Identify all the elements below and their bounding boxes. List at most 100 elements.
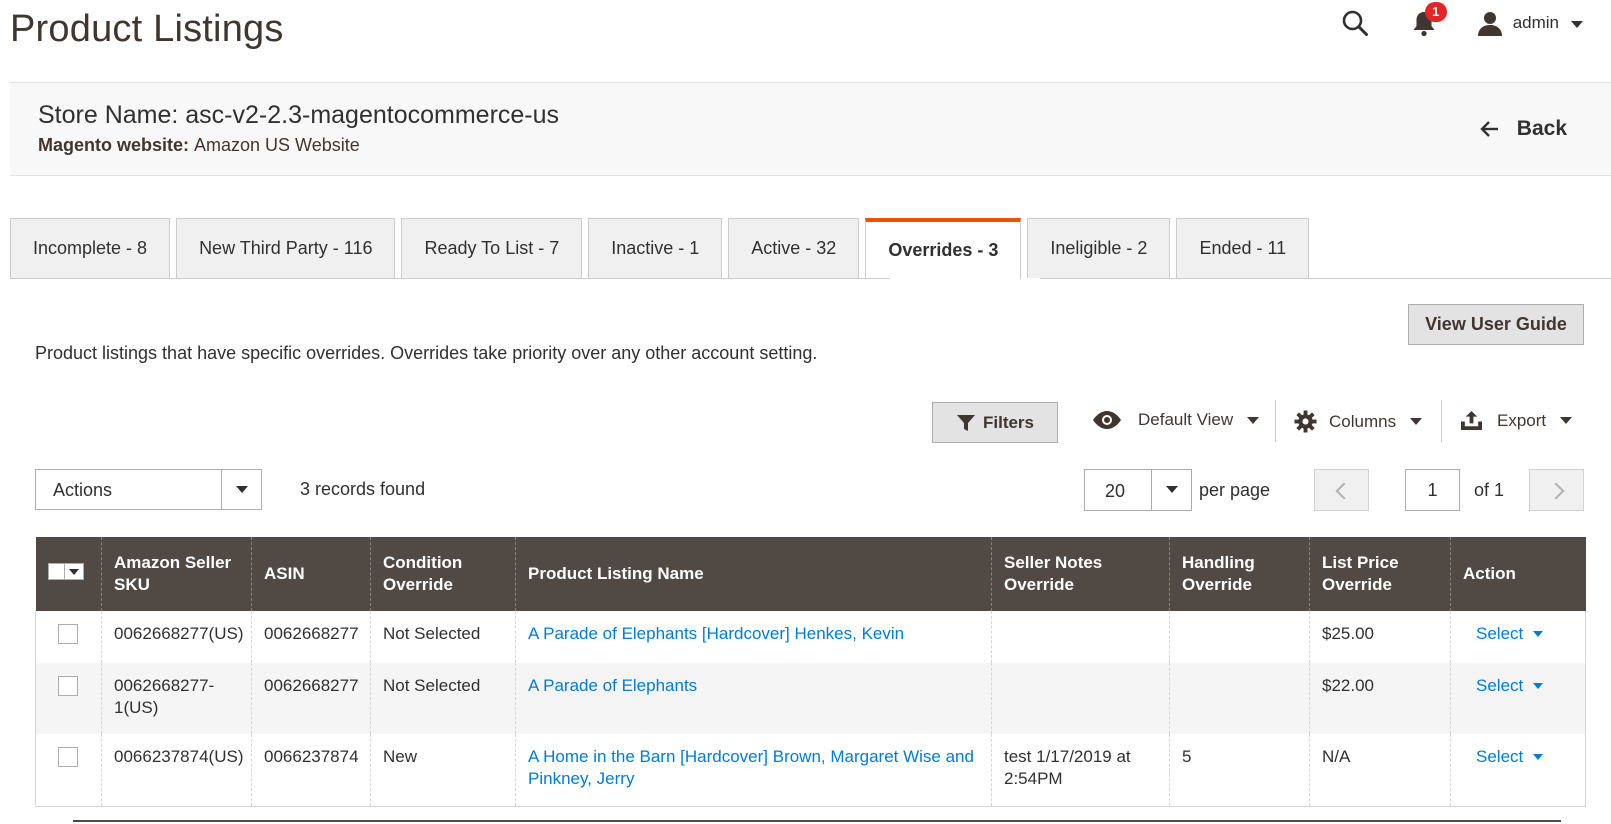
tabs-divider-right [1040,278,1611,279]
per-page-value: 20 [1105,481,1126,501]
row-checkbox[interactable] [58,676,78,696]
cell-sku: 0062668277(US) [101,611,252,663]
cell-seller-notes [991,663,1170,734]
page-title: Product Listings [10,8,284,50]
row-action-select[interactable]: Select [1463,675,1544,697]
cell-price: $22.00 [1309,663,1451,734]
mass-actions-label: Actions [53,480,113,500]
tab-description: Product listings that have specific over… [35,343,818,363]
chevron-down-icon [1560,417,1573,424]
chevron-down-icon[interactable] [64,563,84,581]
cell-seller-notes: test 1/17/2019 at 2:54PM [991,734,1170,807]
grid-header-row: Amazon Seller SKU ASIN Condition Overrid… [35,537,1586,611]
export-dropdown[interactable]: Export [1460,410,1573,431]
tab-ended[interactable]: Ended - 11 [1176,218,1310,278]
back-button[interactable]: Back [1480,117,1567,141]
column-header-name[interactable]: Product Listing Name [515,537,992,611]
store-website-label: Magento website: [38,135,190,155]
header-actions: 1 admin [1341,2,1583,38]
tab-ready-to-list[interactable]: Ready To List - 7 [401,218,583,278]
cell-price: N/A [1309,734,1451,807]
cell-asin: 0066237874 [251,734,371,807]
chevron-down-icon [1151,470,1191,510]
store-website-value: Amazon US Website [194,135,360,155]
row-select-cell [35,734,102,807]
table-row: 0062668277(US) 0062668277 Not Selected A… [35,611,1586,663]
per-page-select[interactable]: 20 [1084,469,1192,511]
row-checkbox[interactable] [58,747,78,767]
tab-inactive[interactable]: Inactive - 1 [588,218,723,278]
per-page-label: per page [1199,480,1271,500]
cell-handling: 5 [1169,734,1310,807]
row-select-cell [35,611,102,663]
row-action-select[interactable]: Select [1463,746,1544,768]
arrow-left-icon [1480,121,1498,137]
column-header-condition[interactable]: Condition Override [370,537,516,611]
tab-overrides[interactable]: Overrides - 3 [865,218,1022,279]
chevron-down-icon [1571,20,1583,28]
cell-name: A Parade of Elephants [515,663,992,734]
next-page-button[interactable] [1529,469,1584,511]
cell-handling [1169,663,1310,734]
column-header-asin[interactable]: ASIN [251,537,371,611]
cell-condition: Not Selected [370,611,516,663]
mass-select-header[interactable] [35,537,102,611]
cell-asin: 0062668277 [251,663,371,734]
back-label: Back [1516,117,1567,140]
chevron-down-icon [1410,418,1423,425]
product-link[interactable]: A Parade of Elephants [Hardcover] Henkes… [528,624,904,643]
cell-price: $25.00 [1309,611,1451,663]
default-view-dropdown[interactable]: Default View [1092,410,1260,430]
tabs-divider-left [10,278,890,279]
product-link[interactable]: A Parade of Elephants [528,676,697,695]
column-header-seller-notes[interactable]: Seller Notes Override [991,537,1170,611]
cell-action: Select [1450,611,1586,663]
tab-active[interactable]: Active - 32 [728,218,860,278]
notification-badge: 1 [1424,2,1447,22]
previous-page-button[interactable] [1314,469,1369,511]
cell-sku: 0062668277-1(US) [101,663,252,734]
cell-seller-notes [991,611,1170,663]
column-header-price[interactable]: List Price Override [1309,537,1451,611]
cell-handling [1169,611,1310,663]
chevron-down-icon [1533,683,1544,689]
gear-icon [1294,410,1317,433]
columns-dropdown[interactable]: Columns [1294,410,1423,433]
chevron-down-icon [1533,754,1544,760]
user-name: admin [1512,13,1559,32]
cell-sku: 0066237874(US) [101,734,252,807]
search-icon[interactable] [1341,9,1369,37]
filters-button[interactable]: Filters [932,402,1058,443]
product-link[interactable]: A Home in the Barn [Hardcover] Brown, Ma… [528,747,974,788]
mass-actions-select[interactable]: Actions [35,469,262,510]
select-all-checkbox[interactable] [47,563,65,581]
sticky-header-edge [73,820,1561,822]
row-checkbox[interactable] [58,624,78,644]
view-user-guide-button[interactable]: View User Guide [1408,304,1584,345]
cell-name: A Parade of Elephants [Hardcover] Henkes… [515,611,992,663]
listings-grid: Amazon Seller SKU ASIN Condition Overrid… [35,537,1586,807]
export-label: Export [1497,410,1547,430]
toolbar-divider [1441,400,1442,442]
user-menu[interactable]: admin [1477,10,1583,36]
row-action-select[interactable]: Select [1463,623,1544,645]
eye-icon [1093,411,1121,429]
tab-new-third-party[interactable]: New Third Party - 116 [176,218,396,278]
notifications-button[interactable]: 1 [1411,2,1447,37]
store-website: Magento website: Amazon US Website [38,135,360,156]
upload-icon [1461,410,1482,431]
column-header-handling[interactable]: Handling Override [1169,537,1310,611]
columns-label: Columns [1329,411,1397,431]
store-name: Store Name: asc-v2-2.3-magentocommerce-u… [38,101,560,129]
page-number-input[interactable] [1405,469,1460,511]
filters-label: Filters [982,412,1035,432]
cell-action: Select [1450,734,1586,807]
tab-incomplete[interactable]: Incomplete - 8 [10,218,171,278]
chevron-down-icon [1533,631,1544,637]
column-header-sku[interactable]: Amazon Seller SKU [101,537,252,611]
cell-action: Select [1450,663,1586,734]
row-select-cell [35,663,102,734]
row-action-label: Select [1476,624,1524,643]
tab-ineligible[interactable]: Ineligible - 2 [1027,218,1171,278]
toolbar-divider [1275,400,1276,442]
